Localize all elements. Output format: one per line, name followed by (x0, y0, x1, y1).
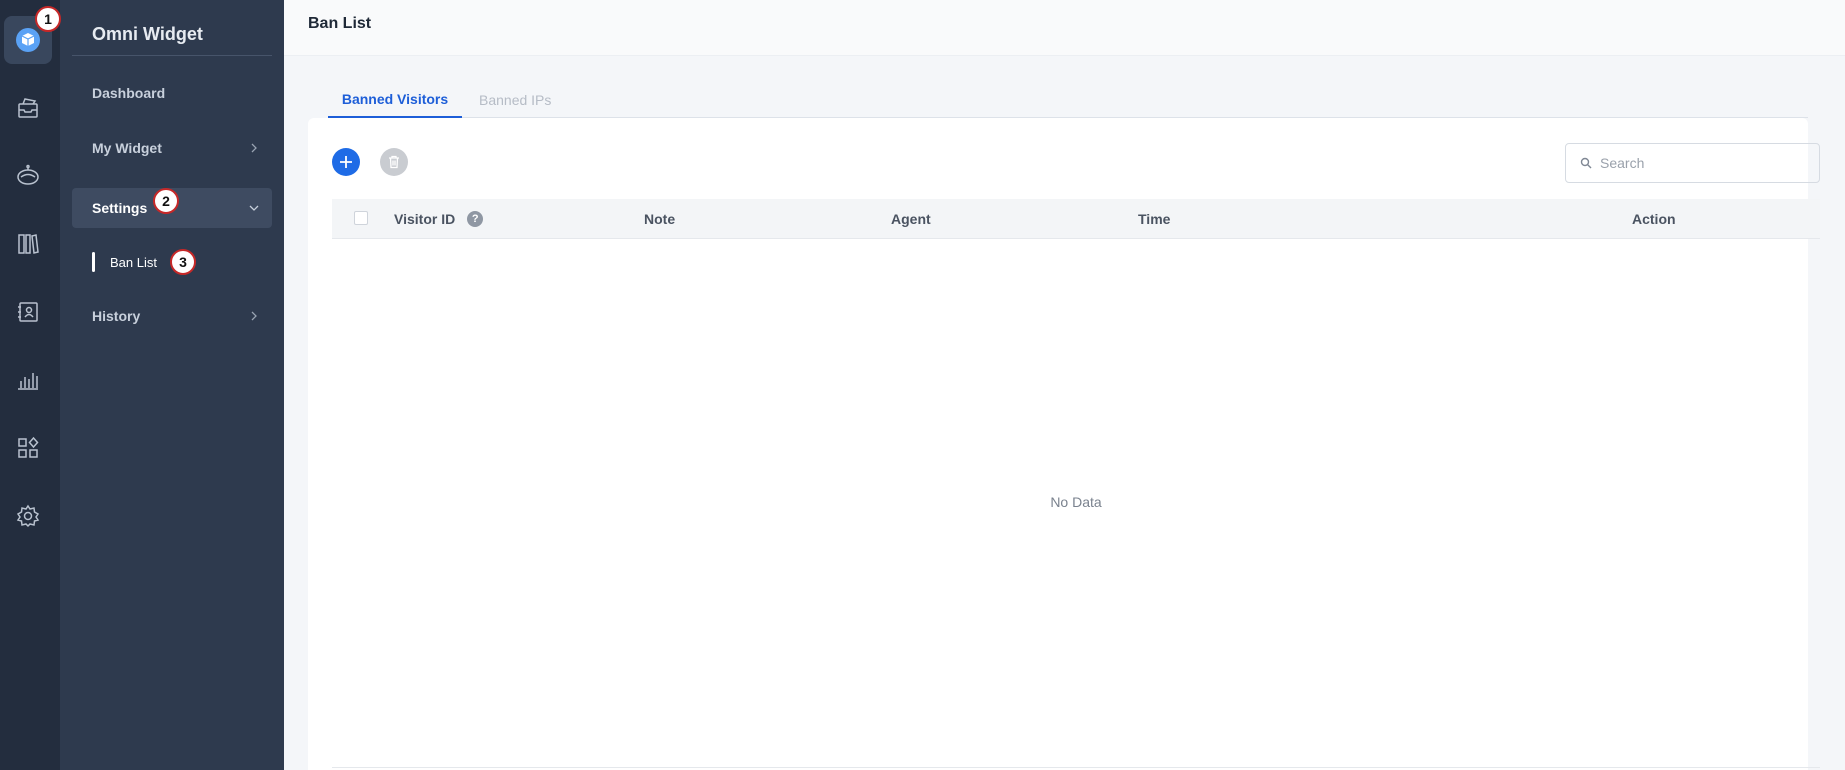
empty-state: No Data (1050, 494, 1102, 510)
icon-rail (0, 0, 60, 770)
column-header-label: Visitor ID (394, 211, 456, 227)
inbox-icon (18, 98, 38, 118)
column-action: Action (1632, 211, 1676, 227)
column-note: Note (644, 211, 676, 227)
select-all-checkbox[interactable] (354, 211, 368, 225)
rail-knowledge-base[interactable] (4, 220, 52, 268)
knowledge-base-icon (18, 234, 39, 254)
nav-item-label: History (92, 308, 141, 324)
analytics-icon (18, 373, 38, 390)
trash-icon (389, 155, 399, 169)
nav-subitem-ban-list[interactable]: Ban List (92, 251, 157, 273)
apps-icon (18, 436, 39, 458)
search-box (1565, 143, 1820, 183)
sidebar-nav: Omni Widget Dashboard My Widget Settings… (60, 0, 284, 770)
tab-bar: Banned Visitors Banned IPs (328, 82, 1808, 118)
nav-item-my-widget[interactable]: My Widget (72, 128, 272, 168)
active-marker (92, 252, 95, 272)
rail-settings[interactable] (4, 492, 52, 540)
nav-item-label: Settings (92, 200, 148, 216)
column-agent: Agent (891, 211, 931, 227)
tab-banned-visitors[interactable]: Banned Visitors (328, 82, 462, 118)
annotation-badge-2: 2 (153, 188, 179, 214)
table-bottom-border (332, 767, 1820, 768)
main-content: Ban List Banned Visitors Banned IPs Visi… (284, 0, 1845, 770)
top-bar: Ban List (284, 0, 1845, 56)
rail-contacts[interactable] (4, 288, 52, 336)
table-header: Visitor ID ? Note Agent Time Action (332, 199, 1820, 239)
annotation-badge-3: 3 (170, 249, 196, 275)
ban-list-card: Visitor ID ? Note Agent Time Action No D… (308, 118, 1820, 770)
tab-banned-ips[interactable]: Banned IPs (479, 82, 551, 118)
rail-inbox[interactable] (4, 84, 52, 132)
nav-item-dashboard[interactable]: Dashboard (72, 73, 272, 113)
nav-divider (72, 55, 272, 56)
contacts-icon (18, 302, 38, 322)
chevron-right-icon (251, 143, 257, 153)
search-input[interactable] (1600, 155, 1800, 171)
rail-apps[interactable] (4, 424, 52, 472)
rail-analytics[interactable] (4, 356, 52, 404)
rail-bot[interactable] (4, 152, 52, 200)
nav-item-label: My Widget (92, 140, 162, 156)
nav-item-label: Dashboard (92, 85, 166, 101)
annotation-badge-1: 1 (35, 6, 61, 32)
page-title: Ban List (308, 15, 372, 32)
chevron-right-icon (251, 311, 257, 321)
widget-cube-icon (16, 28, 40, 52)
delete-button[interactable] (380, 148, 408, 176)
column-visitor-id: Visitor ID ? (394, 199, 484, 239)
app-title: Omni Widget (92, 24, 203, 44)
search-icon (1580, 157, 1592, 169)
column-time: Time (1138, 211, 1171, 227)
nav-item-history[interactable]: History (72, 296, 272, 336)
bot-icon (17, 164, 39, 185)
add-button[interactable] (332, 148, 360, 176)
plus-icon (340, 156, 352, 168)
gear-icon (16, 504, 40, 528)
help-icon[interactable]: ? (467, 211, 484, 227)
nav-subitem-label: Ban List (110, 254, 157, 270)
chevron-down-icon (249, 205, 259, 211)
